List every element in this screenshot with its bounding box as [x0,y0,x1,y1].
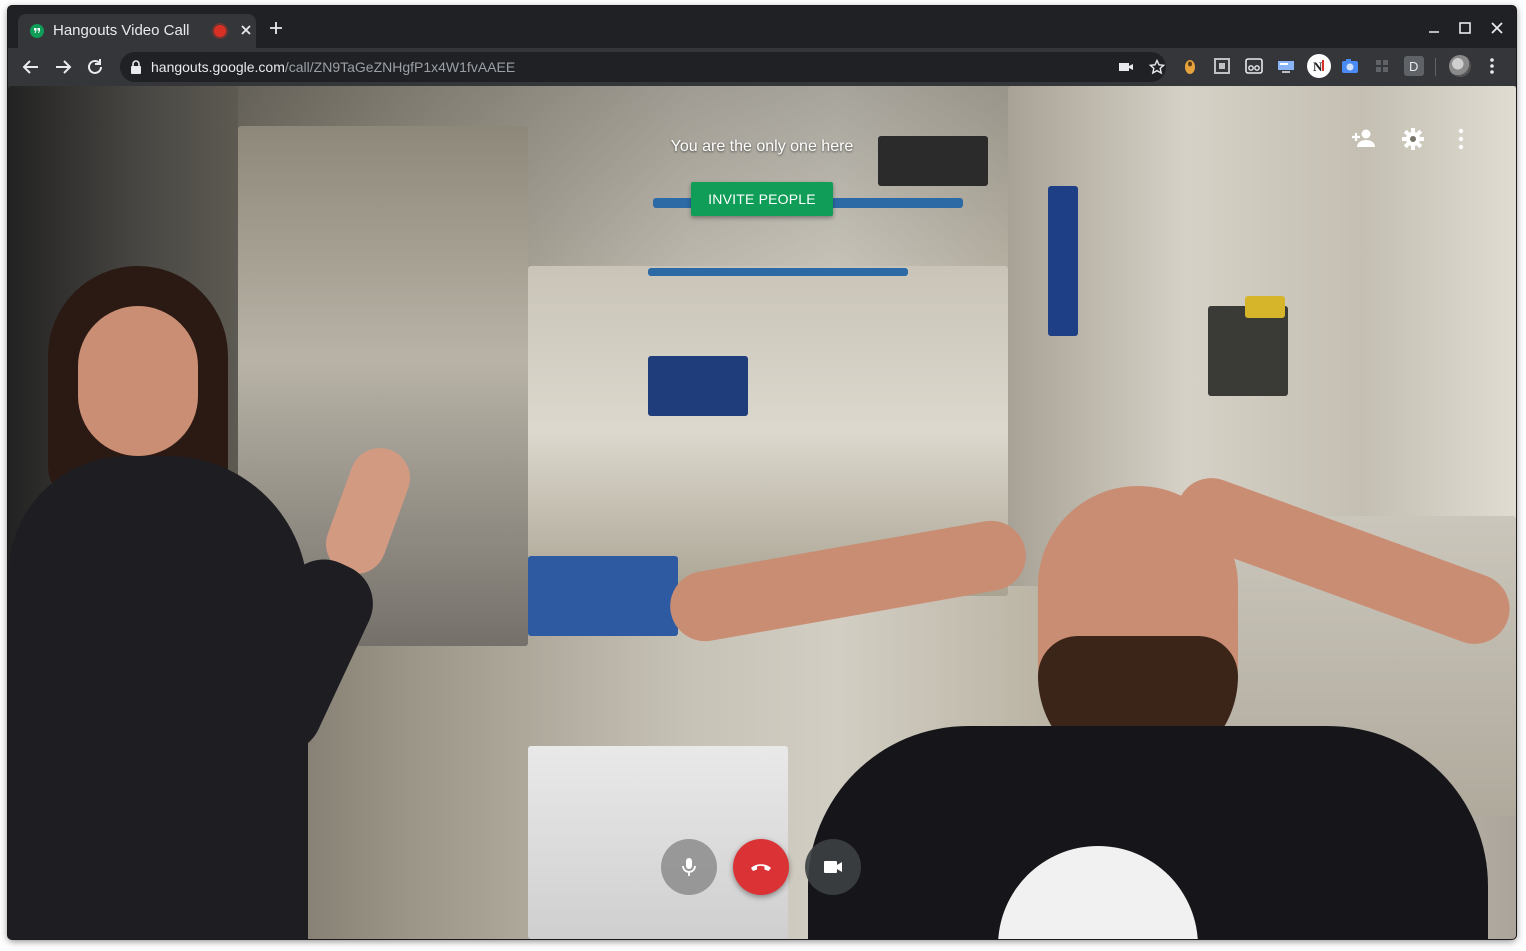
honey-extension-icon[interactable] [1180,56,1200,76]
recording-indicator-icon [214,25,226,37]
only-one-here-message: You are the only one here [670,138,854,155]
reload-icon[interactable] [84,56,106,78]
video-camera-icon [824,861,842,873]
screen-extension-icon[interactable] [1276,56,1296,76]
camera-extension-icon[interactable] [1340,56,1360,76]
hangouts-favicon-icon [30,24,44,38]
browser-window: Hangouts Video Call hangouts.google.com/… [8,6,1516,939]
profile-avatar[interactable] [1449,55,1471,77]
lock-icon[interactable] [130,60,142,74]
url-text[interactable]: hangouts.google.com/call/ZN9TaGeZNHgfP1x… [151,59,515,75]
esa-logo-panel [648,356,748,416]
video-camera-button[interactable] [805,839,861,895]
camera-in-use-icon[interactable] [1118,59,1134,75]
invite-people-button[interactable]: INVITE PEOPLE [691,182,833,216]
browser-toolbar: hangouts.google.com/call/ZN9TaGeZNHgfP1x… [8,48,1516,86]
right-equipment [1208,306,1288,396]
url-path: /call/ZN9TaGeZNHgfP1x4W1fvAAEE [284,59,516,75]
participant-left [8,266,448,939]
blue-rail-lower [648,268,908,276]
blue-bag [1048,186,1078,336]
screenshot-extension-icon[interactable] [1212,56,1232,76]
gear-icon[interactable] [1400,126,1426,152]
microphone-icon [682,858,696,876]
address-bar[interactable]: hangouts.google.com/call/ZN9TaGeZNHgfP1x… [120,52,1166,82]
glasses-extension-icon[interactable] [1244,56,1264,76]
svg-text:N: N [1313,59,1323,74]
hang-up-button[interactable] [733,839,789,895]
more-vert-icon[interactable] [1448,126,1474,152]
d-extension-icon[interactable]: D [1404,56,1424,76]
blue-table [528,556,678,636]
video-stage: You are the only one here INVITE PEOPLE [8,86,1516,939]
plus-icon[interactable] [268,20,284,36]
yellow-canister [1245,296,1285,318]
close-icon[interactable] [1487,18,1507,38]
add-person-icon[interactable] [1351,126,1377,152]
svg-text:D: D [1409,59,1418,74]
tab-title: Hangouts Video Call [53,22,190,39]
news-extension-icon[interactable]: N [1307,54,1331,78]
toolbar-divider [1435,58,1436,76]
microphone-button[interactable] [661,839,717,895]
grid-extension-icon[interactable] [1372,56,1392,76]
url-host: hangouts.google.com [151,59,285,75]
hang-up-icon [751,864,771,871]
tab-close-icon[interactable] [238,22,254,38]
maximize-icon[interactable] [1455,18,1475,38]
star-icon[interactable] [1149,59,1165,75]
more-vert-icon[interactable] [1482,56,1502,76]
tab-hangouts[interactable]: Hangouts Video Call [18,14,256,48]
participant-right [664,468,1516,939]
forward-arrow-icon[interactable] [52,56,74,78]
tab-strip: Hangouts Video Call [8,6,1516,48]
back-arrow-icon[interactable] [20,56,42,78]
minimize-icon[interactable] [1424,18,1444,38]
